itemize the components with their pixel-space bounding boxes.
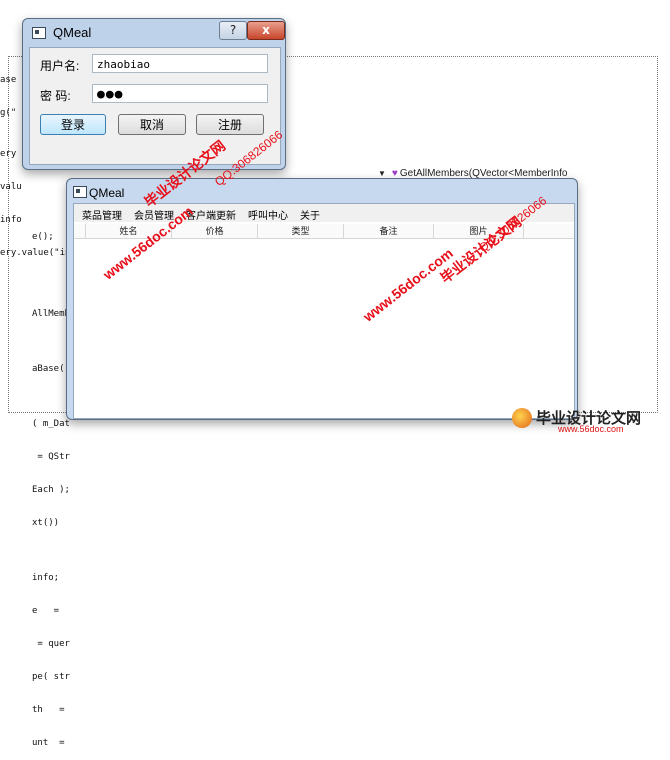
login-button[interactable]: 登录 <box>40 114 106 135</box>
header-type[interactable]: 类型 <box>258 224 344 238</box>
site-logo-url: www.56doc.com <box>558 424 624 434</box>
menu-about[interactable]: 关于 <box>300 207 320 222</box>
cancel-button[interactable]: 取消 <box>118 114 186 135</box>
username-input[interactable]: zhaobiao <box>92 54 268 73</box>
app-window-icon <box>32 27 46 39</box>
site-logo-icon <box>512 408 532 428</box>
login-body: 用户名: zhaobiao 密 码: ●●● 登录 取消 注册 <box>29 47 281 165</box>
login-titlebar[interactable]: QMeal ? x <box>23 19 285 45</box>
menu-call-center[interactable]: 呼叫中心 <box>248 207 288 222</box>
password-label: 密 码: <box>40 89 71 103</box>
header-price[interactable]: 价格 <box>172 224 258 238</box>
register-button[interactable]: 注册 <box>196 114 264 135</box>
menu-dish-management[interactable]: 菜品管理 <box>82 207 122 222</box>
header-remark[interactable]: 备注 <box>344 224 434 238</box>
login-title: QMeal <box>53 25 92 40</box>
main-window: QMeal 菜品管理 会员管理 客户端更新 呼叫中心 关于 姓名 价格 类型 备… <box>66 178 578 420</box>
header-corner <box>74 224 86 238</box>
code-snippet-top: ase g(" <box>0 75 17 118</box>
username-label: 用户名: <box>40 59 80 73</box>
login-dialog: QMeal ? x 用户名: zhaobiao 密 码: ●●● 登录 取消 注… <box>22 18 286 170</box>
password-input[interactable]: ●●● <box>92 84 268 103</box>
close-button[interactable]: x <box>247 21 285 40</box>
help-button[interactable]: ? <box>219 21 247 40</box>
dropdown-arrow-icon: ▼ <box>378 169 386 178</box>
main-window-icon <box>73 186 87 198</box>
main-title: QMeal <box>89 186 125 200</box>
